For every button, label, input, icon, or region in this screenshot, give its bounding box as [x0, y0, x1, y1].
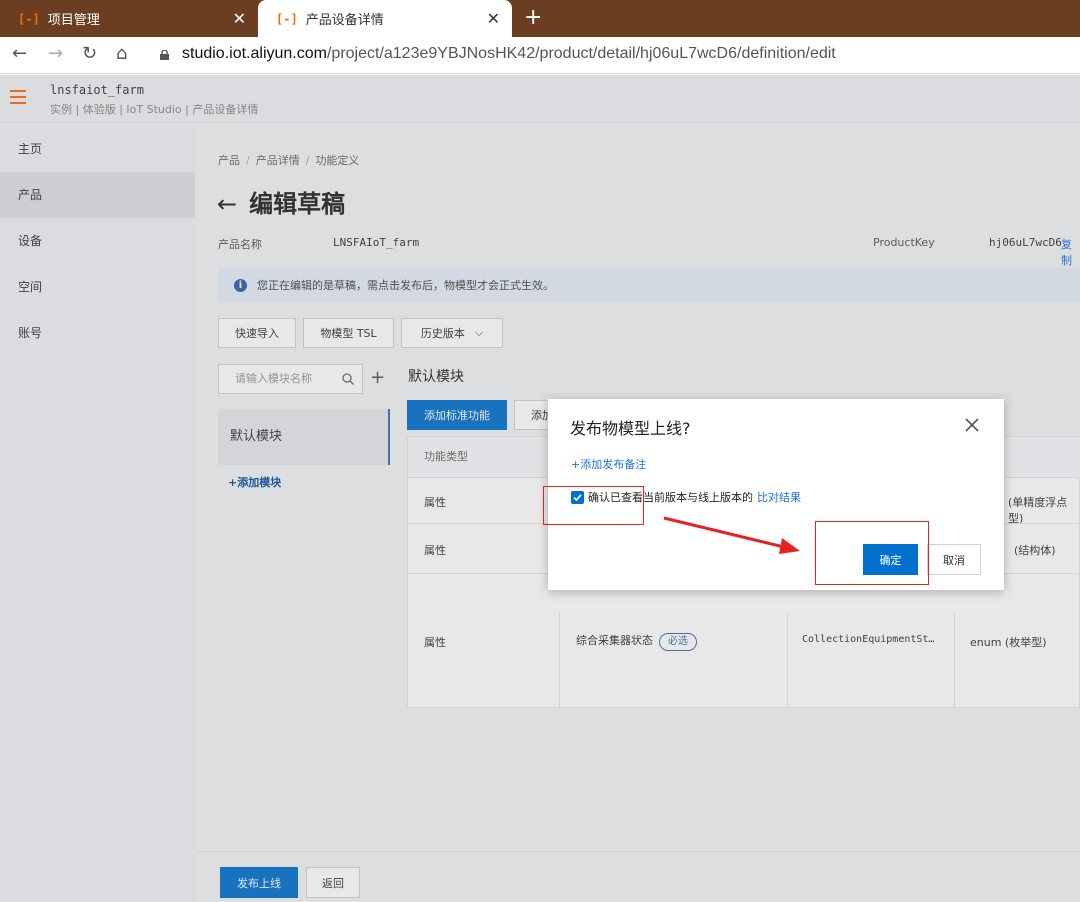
add-note-link[interactable]: +添加发布备注: [571, 456, 646, 472]
forward-arrow-icon[interactable]: →: [48, 43, 63, 64]
compare-result-link[interactable]: 比对结果: [757, 491, 801, 504]
aliyun-logo-icon: [-]: [276, 11, 298, 26]
close-icon[interactable]: [964, 417, 980, 433]
annotation-box-checkbox: [543, 486, 644, 525]
close-tab-icon[interactable]: ✕: [487, 9, 500, 28]
reload-icon[interactable]: ↻: [82, 43, 97, 64]
home-icon[interactable]: ⌂: [116, 43, 127, 64]
annotation-arrow-icon: [663, 516, 800, 554]
annotation-box-confirm: [815, 521, 929, 585]
address-bar: ← → ↻ ⌂ studio.iot.aliyun.com/project/a1…: [0, 37, 1080, 74]
url-field[interactable]: studio.iot.aliyun.com/project/a123e9YBJN…: [182, 45, 836, 63]
browser-tab-product[interactable]: [-] 产品设备详情 ✕: [258, 0, 512, 37]
close-tab-icon[interactable]: ✕: [233, 9, 246, 28]
browser-tabbar: [-] 项目管理 ✕ [-] 产品设备详情 ✕ +: [0, 0, 1080, 37]
browser-tab-project[interactable]: [-] 项目管理 ✕: [0, 0, 258, 37]
aliyun-logo-icon: [-]: [18, 11, 40, 26]
tab-label: 项目管理: [47, 13, 100, 28]
dialog-title: 发布物模型上线?: [570, 419, 691, 438]
tab-label: 产品设备详情: [305, 13, 384, 28]
lock-icon: [160, 50, 169, 60]
back-arrow-icon[interactable]: ←: [12, 43, 27, 64]
cancel-button[interactable]: 取消: [927, 544, 981, 575]
new-tab-icon[interactable]: +: [524, 5, 542, 30]
